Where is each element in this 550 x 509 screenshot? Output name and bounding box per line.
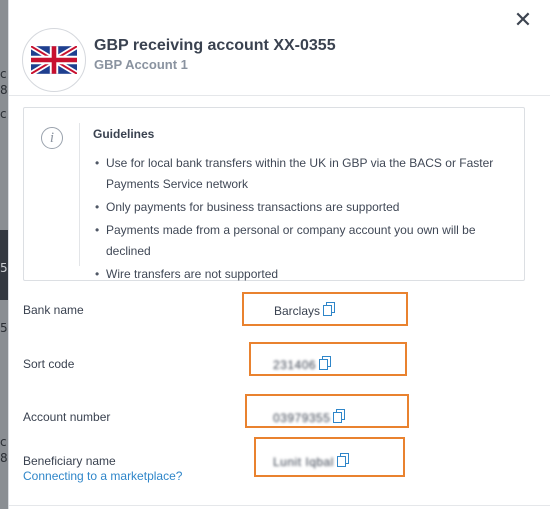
list-item: • Wire transfers are not supported [95, 267, 279, 281]
guidelines-box: i Guidelines • Use for local bank transfe… [23, 107, 525, 281]
guidelines-title: Guidelines [93, 127, 155, 141]
account-number-label: Account number [23, 410, 111, 424]
background-text-fragment: 8 [0, 83, 8, 97]
beneficiary-name-text: Lunit Iqbal [273, 454, 334, 469]
guideline-text: Payments made from a personal or company… [106, 223, 476, 258]
bank-name-label: Bank name [23, 303, 84, 317]
account-subtitle: GBP Account 1 [94, 57, 188, 72]
sort-code-text: 231406 [273, 357, 317, 372]
guidelines-list: • Use for local bank transfers within the… [93, 153, 513, 287]
list-item: • Payments made from a personal or compan… [95, 223, 476, 258]
account-number-value: 03979355 [273, 409, 346, 426]
info-icon: i [41, 127, 63, 149]
copy-icon[interactable] [323, 302, 336, 319]
list-item: • Only payments for business transactions… [95, 200, 400, 214]
divider [9, 95, 550, 96]
copy-icon[interactable] [336, 453, 349, 470]
background-text-fragment: c [0, 435, 7, 449]
copy-icon[interactable] [319, 356, 332, 373]
close-icon[interactable]: ✕ [512, 10, 534, 32]
guideline-text: Use for local bank transfers within the … [106, 156, 494, 191]
divider [9, 505, 550, 506]
account-title: GBP receiving account XX-0355 [94, 37, 336, 54]
beneficiary-name-label: Beneficiary name [23, 454, 116, 468]
background-page: c 8 c 5 5 c 8 [0, 0, 8, 509]
guideline-text: Wire transfers are not supported [106, 267, 279, 281]
sort-code-label: Sort code [23, 357, 75, 371]
account-details-modal: ✕ GBP receiving account XX-0355 GBP Acco… [8, 0, 550, 509]
divider [79, 123, 80, 266]
bank-name-value: Barclays [274, 302, 336, 319]
beneficiary-name-value: Lunit Iqbal [273, 453, 349, 470]
guideline-text: Only payments for business transactions … [106, 200, 400, 214]
background-text-fragment: 8 [0, 451, 8, 465]
list-item: • Use for local bank transfers within the… [95, 156, 494, 191]
background-text-fragment: c [0, 107, 7, 121]
sort-code-value: 231406 [273, 356, 332, 373]
marketplace-link[interactable]: Connecting to a marketplace? [23, 469, 182, 483]
uk-flag-icon [22, 28, 86, 92]
bank-name-text: Barclays [274, 303, 321, 318]
background-text-fragment: c [0, 67, 7, 81]
account-number-text: 03979355 [273, 410, 331, 425]
background-text-fragment: 5 [0, 321, 8, 335]
copy-icon[interactable] [333, 409, 346, 426]
background-text-fragment: 5 [0, 261, 8, 275]
